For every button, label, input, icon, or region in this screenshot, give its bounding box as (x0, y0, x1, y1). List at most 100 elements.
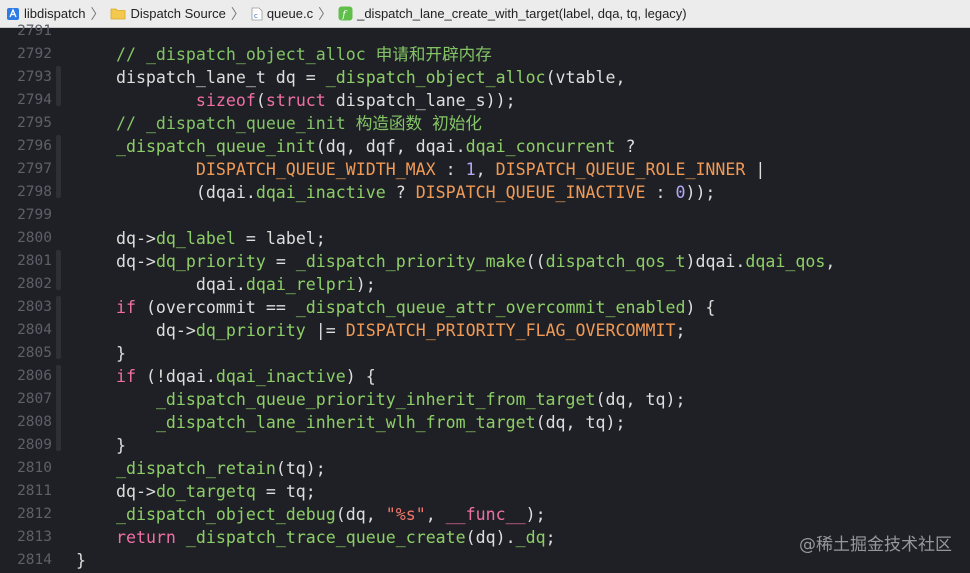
code-lines: 2791 2792 // _dispatch_object_alloc 申请和开辟… (0, 20, 970, 572)
code-token: (dq, (335, 505, 386, 524)
code-text: // _dispatch_object_alloc 申请和开辟内存 (76, 43, 492, 66)
code-line[interactable]: 2800 dq->dq_label = label; (0, 227, 970, 250)
line-number: 2805 (17, 345, 52, 361)
line-number: 2799 (17, 207, 52, 223)
code-line[interactable]: 2797 DISPATCH_QUEUE_WIDTH_MAX : 1, DISPA… (0, 158, 970, 181)
line-number: 2792 (17, 46, 52, 62)
code-editor[interactable]: 2791 2792 // _dispatch_object_alloc 申请和开辟… (0, 23, 970, 573)
code-token: (dqai. (76, 183, 256, 202)
code-token: 1 (465, 160, 476, 179)
code-line[interactable]: 2798 (dqai.dqai_inactive ? DISPATCH_QUEU… (0, 181, 970, 204)
code-token: (dq, tq); (595, 390, 686, 409)
code-text: _dispatch_retain(tq); (76, 457, 326, 480)
line-number: 2801 (17, 253, 52, 269)
code-token: if (115, 367, 136, 386)
code-line[interactable]: 2803 if (overcommit == _dispatch_queue_a… (0, 296, 970, 319)
code-token: sizeof (195, 91, 256, 110)
code-token: DISPATCH_QUEUE_ROLE_INNER (495, 160, 746, 179)
line-number: 2806 (17, 368, 52, 384)
code-text: dq->dq_priority = _dispatch_priority_mak… (76, 250, 835, 273)
code-token: _dispatch_object_alloc (325, 68, 546, 87)
code-token: _dispatch_object_debug (115, 505, 336, 524)
code-token: : (645, 183, 676, 202)
code-token: , (475, 160, 496, 179)
project-icon (6, 7, 20, 21)
code-token: do_targetq (155, 482, 256, 501)
code-token: , (425, 505, 446, 524)
line-number: 2795 (17, 115, 52, 131)
code-text: (dqai.dqai_inactive ? DISPATCH_QUEUE_INA… (76, 181, 716, 204)
code-line[interactable]: 2796 _dispatch_queue_init(dq, dqf, dqai.… (0, 135, 970, 158)
code-token: DISPATCH_PRIORITY_FLAG_OVERCOMMIT (345, 321, 676, 340)
code-line[interactable]: 2793 dispatch_lane_t dq = _dispatch_obje… (0, 66, 970, 89)
code-text: _dispatch_lane_inherit_wlh_from_target(d… (76, 411, 626, 434)
code-text: _dispatch_object_debug(dq, "%s", __func_… (76, 503, 546, 526)
line-number: 2798 (17, 184, 52, 200)
code-line[interactable]: 2810 _dispatch_retain(tq); (0, 457, 970, 480)
code-token: )dqai. (685, 252, 746, 271)
line-number: 2803 (17, 299, 52, 315)
breadcrumb-function[interactable]: f _dispatch_lane_create_with_target(labe… (338, 6, 687, 21)
code-token: dq-> (76, 229, 156, 248)
line-number: 2814 (17, 552, 52, 568)
code-token: dispatch_lane_s)); (325, 91, 516, 110)
code-line[interactable]: 2804 dq->dq_priority |= DISPATCH_PRIORIT… (0, 319, 970, 342)
code-token: )); (685, 183, 716, 202)
code-token: = tq; (255, 482, 316, 501)
code-token: (dq, dqf, dqai. (315, 137, 466, 156)
breadcrumb-group-label: Dispatch Source (130, 6, 226, 21)
code-token: | (745, 160, 766, 179)
code-token: (!dqai. (135, 367, 216, 386)
line-number: 2813 (17, 529, 52, 545)
code-text: } (76, 434, 126, 457)
code-line[interactable]: 2802 dqai.dqai_relpri); (0, 273, 970, 296)
code-token: ; (675, 321, 686, 340)
breadcrumb-project-label: libdispatch (24, 6, 86, 21)
code-token: dq-> (76, 482, 156, 501)
line-number: 2812 (17, 506, 52, 522)
code-token: (dq, tq); (535, 413, 626, 432)
code-token: dqai_inactive (215, 367, 346, 386)
code-line[interactable]: 2806 if (!dqai.dqai_inactive) { (0, 365, 970, 388)
code-line[interactable]: 2811 dq->do_targetq = tq; (0, 480, 970, 503)
code-token: ( (255, 91, 266, 110)
code-text: if (!dqai.dqai_inactive) { (76, 365, 376, 388)
code-token: (overcommit == (135, 298, 296, 317)
code-token: = label; (235, 229, 326, 248)
breadcrumb-group[interactable]: Dispatch Source (110, 6, 226, 21)
code-line[interactable]: 2805 } (0, 342, 970, 365)
code-line[interactable]: 2795 // _dispatch_queue_init 构造函数 初始化 (0, 112, 970, 135)
code-token: (tq); (275, 459, 326, 478)
code-token: } (76, 551, 86, 570)
code-line[interactable]: 2808 _dispatch_lane_inherit_wlh_from_tar… (0, 411, 970, 434)
code-token: DISPATCH_QUEUE_WIDTH_MAX (195, 160, 436, 179)
code-line[interactable]: 2791 (0, 20, 970, 43)
code-token: DISPATCH_QUEUE_INACTIVE (415, 183, 646, 202)
code-line[interactable]: 2809 } (0, 434, 970, 457)
code-token: dq_priority (155, 252, 266, 271)
code-token: } (76, 344, 126, 363)
code-token: _dispatch_retain (115, 459, 276, 478)
breadcrumb-file[interactable]: c queue.c (251, 6, 313, 21)
code-line[interactable]: 2792 // _dispatch_object_alloc 申请和开辟内存 (0, 43, 970, 66)
code-token: _dispatch_lane_inherit_wlh_from_target (155, 413, 536, 432)
code-line[interactable]: 2801 dq->dq_priority = _dispatch_priorit… (0, 250, 970, 273)
code-line[interactable]: 2799 (0, 204, 970, 227)
code-token: _dispatch_priority_make (295, 252, 526, 271)
code-token: (dq). (465, 528, 516, 547)
code-line[interactable]: 2812 _dispatch_object_debug(dq, "%s", __… (0, 503, 970, 526)
code-line[interactable]: 2794 sizeof(struct dispatch_lane_s)); (0, 89, 970, 112)
code-token: dqai_concurrent (465, 137, 616, 156)
code-text: sizeof(struct dispatch_lane_s)); (76, 89, 516, 112)
breadcrumb-project[interactable]: libdispatch (6, 6, 85, 21)
line-number: 2809 (17, 437, 52, 453)
code-line[interactable]: 2807 _dispatch_queue_priority_inherit_fr… (0, 388, 970, 411)
line-number: 2807 (17, 391, 52, 407)
code-token: "%s" (385, 505, 426, 524)
line-number: 2794 (17, 92, 52, 108)
